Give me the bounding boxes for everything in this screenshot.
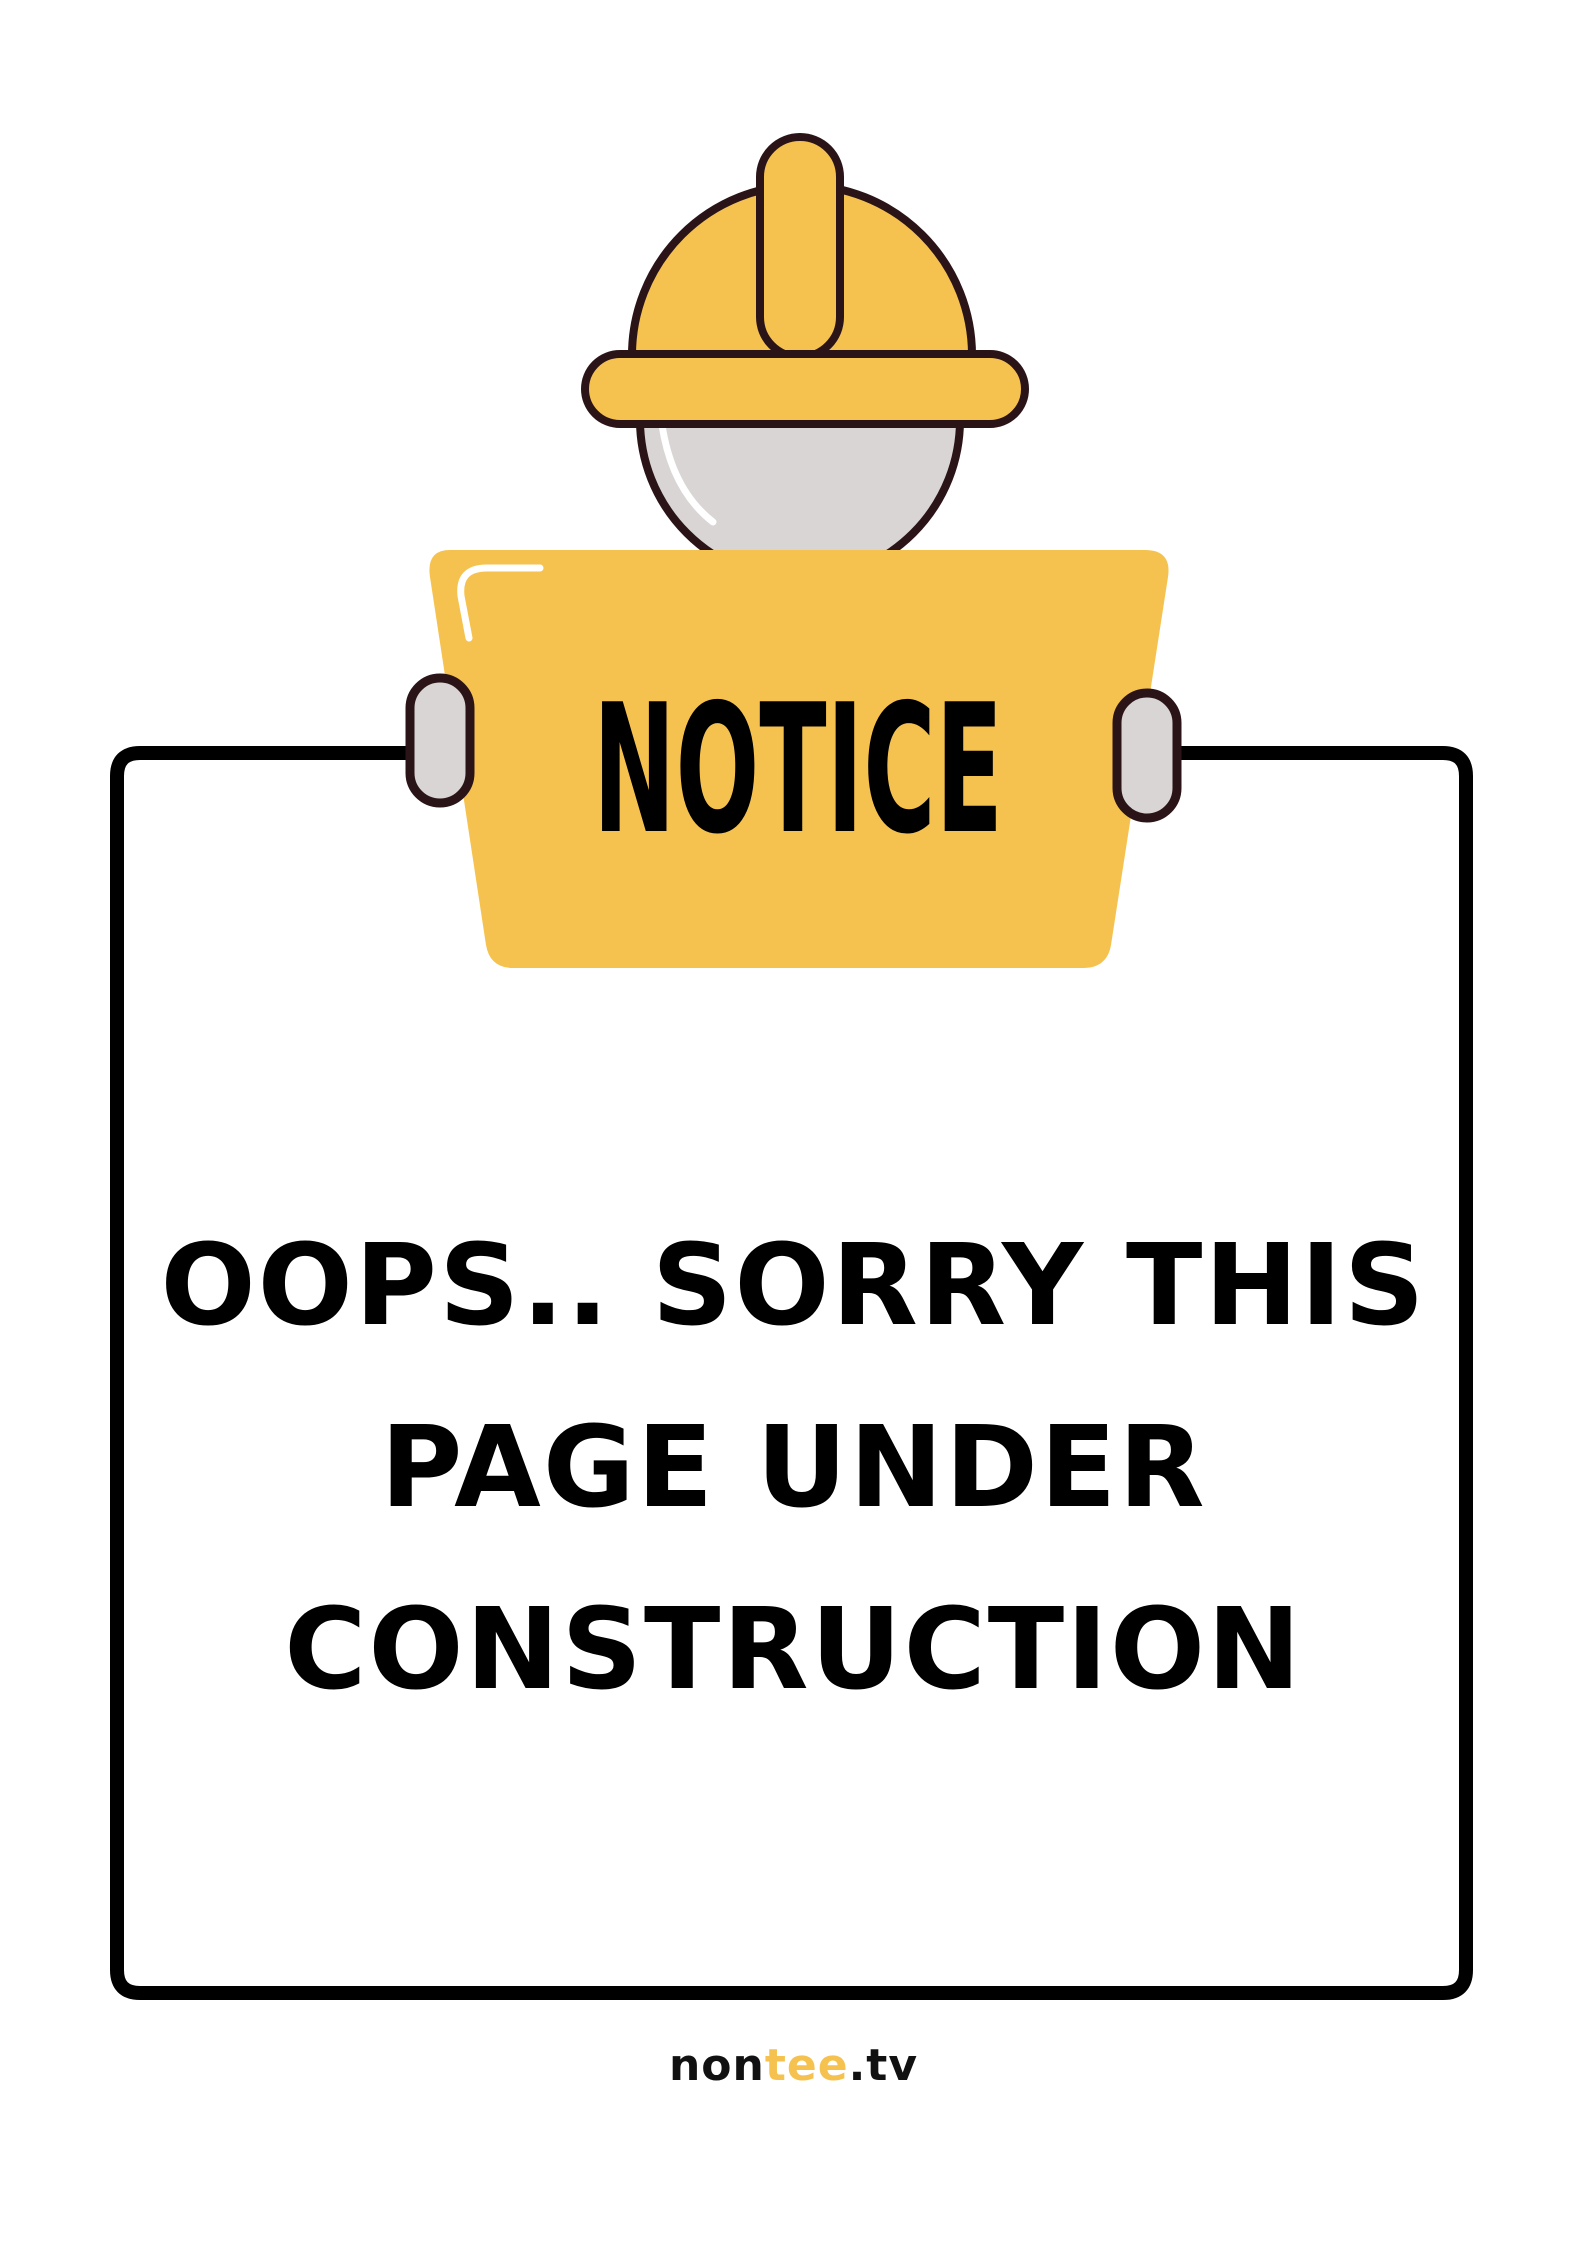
notice-sign: NOTICE (429, 550, 1169, 968)
message-line-2: PAGE UNDER (380, 1403, 1207, 1533)
brand-accent: tee (764, 2040, 849, 2091)
message-line-1: OOPS.. SORRY THIS (160, 1221, 1427, 1351)
brand-footer: nontee.tv (0, 2040, 1587, 2091)
hard-hat-icon (581, 133, 1029, 428)
brand-suffix: .tv (848, 2040, 919, 2091)
right-hand (1112, 688, 1182, 823)
construction-illustration: NOTICE (110, 133, 1473, 2000)
under-construction-message: OOPS.. SORRY THIS PAGE UNDER CONSTRUCTIO… (150, 1195, 1437, 1741)
left-hand (405, 673, 475, 808)
message-line-3: CONSTRUCTION (284, 1585, 1303, 1715)
notice-label: NOTICE (593, 666, 1003, 873)
brand-prefix: non (668, 2040, 765, 2091)
